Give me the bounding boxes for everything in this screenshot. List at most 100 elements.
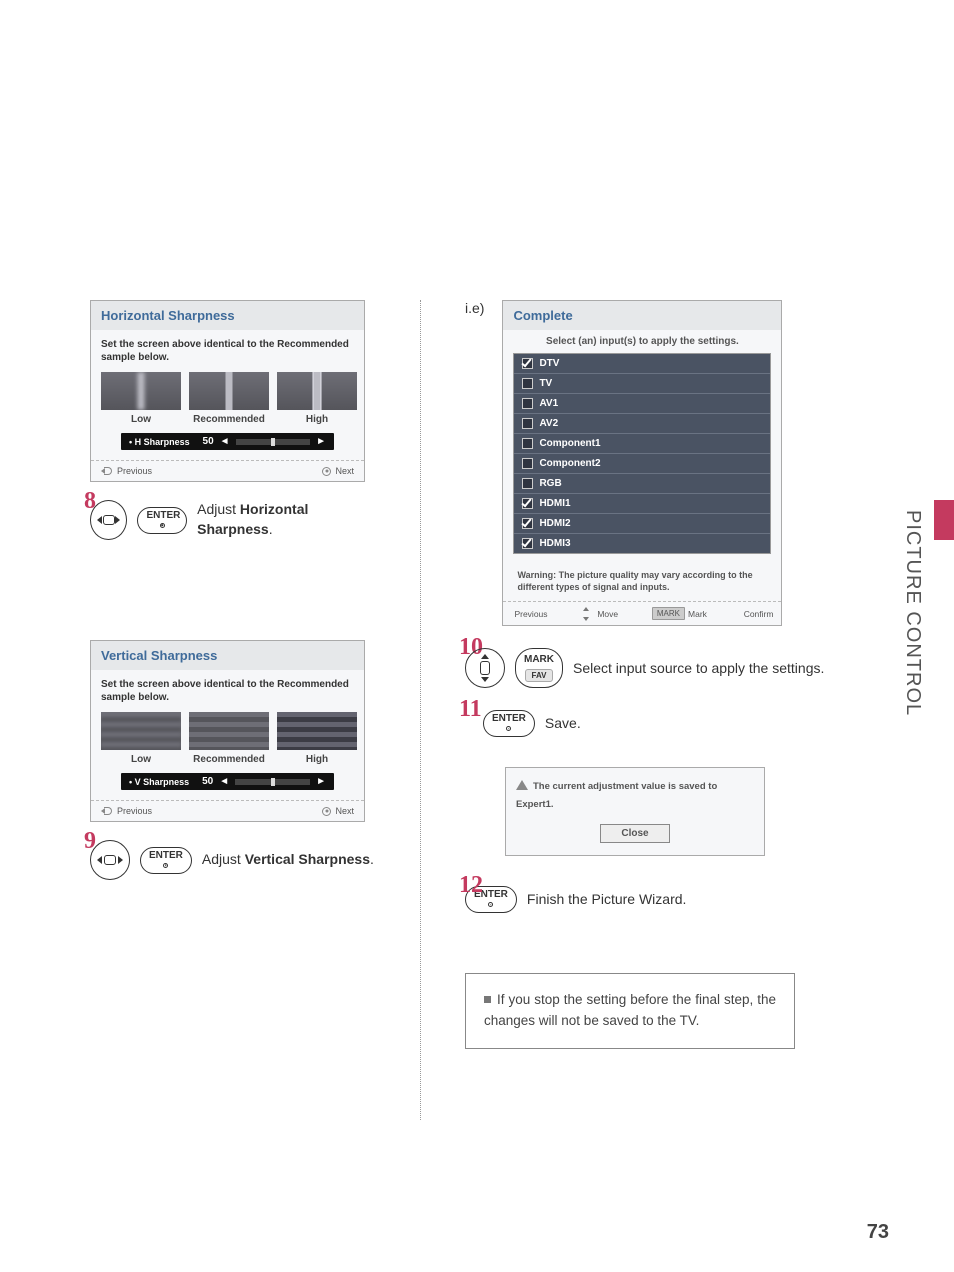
up-down-button[interactable]	[465, 648, 505, 688]
complete-panel: Complete Select (an) input(s) to apply t…	[502, 300, 782, 626]
step-text: Save.	[545, 714, 581, 734]
left-column: Horizontal Sharpness Set the screen abov…	[90, 300, 375, 880]
panel-desc: Set the screen above identical to the Re…	[101, 338, 354, 364]
right-column: i.e) Complete Select (an) input(s) to ap…	[465, 300, 855, 1049]
panel-title: Vertical Sharpness	[91, 641, 364, 670]
input-row-tv[interactable]: TV	[514, 374, 770, 394]
sample-high: High	[277, 372, 357, 425]
input-label: AV2	[539, 418, 558, 429]
mark-chip: MARK	[652, 607, 685, 620]
step-text: Select input source to apply the setting…	[573, 659, 855, 679]
enter-button[interactable]: ENTER	[140, 847, 192, 874]
confirm-button[interactable]: Confirm	[741, 609, 774, 619]
h-sharpness-slider[interactable]: • H Sharpness 50 ◄ ►	[121, 433, 334, 450]
slider-thumb[interactable]	[271, 438, 275, 446]
left-right-button[interactable]	[90, 500, 127, 540]
input-label: HDMI1	[539, 498, 570, 509]
input-row-hdmi1[interactable]: HDMI1	[514, 494, 770, 514]
note-text: If you stop the setting before the final…	[484, 992, 776, 1028]
enter-icon	[322, 807, 331, 816]
move-hint: Move	[581, 609, 618, 619]
sample-recommended: Recommended	[189, 712, 269, 765]
input-label: HDMI2	[539, 518, 570, 529]
arrow-left-icon[interactable]: ◄	[220, 436, 230, 447]
mark-hint: MARKMark	[652, 607, 707, 620]
panel-title: Complete	[503, 301, 781, 330]
input-row-component2[interactable]: Component2	[514, 454, 770, 474]
warning-text: Warning: The picture quality may vary ac…	[503, 562, 781, 601]
next-button[interactable]: Next	[322, 466, 354, 476]
previous-button[interactable]: Previous	[101, 466, 152, 476]
slider-thumb[interactable]	[271, 778, 275, 786]
note-box: If you stop the setting before the final…	[465, 973, 795, 1049]
input-row-component1[interactable]: Component1	[514, 434, 770, 454]
ie-label: i.e)	[465, 300, 484, 316]
input-row-dtv[interactable]: DTV	[514, 354, 770, 374]
left-right-button[interactable]	[90, 840, 130, 880]
previous-button[interactable]: Previous	[101, 806, 152, 816]
input-row-av1[interactable]: AV1	[514, 394, 770, 414]
slider-label: • V Sharpness	[129, 777, 189, 787]
checkbox-icon[interactable]	[522, 518, 533, 529]
arrow-right-icon[interactable]: ►	[316, 436, 326, 447]
step-number: 11	[459, 696, 482, 723]
input-label: Component2	[539, 458, 600, 469]
checkbox-icon[interactable]	[522, 418, 533, 429]
bullet-icon	[484, 996, 491, 1003]
sample-recommended: Recommended	[189, 372, 269, 425]
input-label: Component1	[539, 438, 600, 449]
panel-footer: Previous Move MARKMark Confirm	[503, 601, 781, 625]
arrow-right-icon[interactable]: ►	[316, 776, 326, 787]
enter-icon	[322, 467, 331, 476]
input-label: DTV	[539, 358, 559, 369]
save-message-row: The current adjustment value is saved to…	[516, 776, 754, 812]
slider-label: • H Sharpness	[129, 437, 190, 447]
warning-icon	[516, 780, 528, 790]
updown-icon	[581, 609, 591, 619]
input-row-av2[interactable]: AV2	[514, 414, 770, 434]
checkbox-icon[interactable]	[522, 538, 533, 549]
horizontal-sharpness-panel: Horizontal Sharpness Set the screen abov…	[90, 300, 365, 482]
enter-dot-icon	[160, 523, 165, 528]
checkbox-icon[interactable]	[522, 438, 533, 449]
checkbox-icon[interactable]	[522, 398, 533, 409]
enter-button[interactable]: ENTER	[137, 507, 187, 534]
slider-track[interactable]	[236, 439, 311, 445]
previous-button[interactable]: Previous	[511, 609, 547, 619]
checkbox-icon[interactable]	[522, 458, 533, 469]
step-11: 11 ENTER Save.	[465, 710, 855, 737]
section-label: PICTURE CONTROL	[901, 510, 924, 716]
save-message: The current adjustment value is saved to…	[516, 781, 717, 810]
arrow-left-icon[interactable]: ◄	[219, 776, 229, 787]
checkbox-icon[interactable]	[522, 358, 533, 369]
step-text: Adjust Vertical Sharpness.	[202, 850, 374, 870]
checkbox-icon[interactable]	[522, 478, 533, 489]
sample-high: High	[277, 712, 357, 765]
next-button[interactable]: Next	[322, 806, 354, 816]
panel-sub: Select (an) input(s) to apply the settin…	[503, 330, 781, 353]
slider-value: 50	[195, 776, 213, 787]
slider-track[interactable]	[235, 779, 310, 785]
enter-dot-icon	[488, 902, 493, 907]
enter-dot-icon	[163, 863, 168, 868]
checkbox-icon[interactable]	[522, 378, 533, 389]
v-sharpness-slider[interactable]: • V Sharpness 50 ◄ ►	[121, 773, 334, 790]
step-number: 12	[459, 872, 483, 899]
side-tab	[934, 500, 954, 540]
complete-example: i.e) Complete Select (an) input(s) to ap…	[465, 300, 855, 626]
mark-fav-button[interactable]: MARK FAV	[515, 648, 563, 688]
input-row-hdmi3[interactable]: HDMI3	[514, 534, 770, 553]
fav-chip: FAV	[525, 669, 554, 682]
input-label: HDMI3	[539, 538, 570, 549]
input-row-rgb[interactable]: RGB	[514, 474, 770, 494]
sample-low: Low	[101, 372, 181, 425]
panel-body: Set the screen above identical to the Re…	[91, 670, 364, 800]
enter-dot-icon	[506, 726, 511, 731]
checkbox-icon[interactable]	[522, 498, 533, 509]
enter-button[interactable]: ENTER	[483, 710, 535, 737]
step-text: Finish the Picture Wizard.	[527, 890, 687, 910]
panel-body: Set the screen above identical to the Re…	[91, 330, 364, 460]
input-row-hdmi2[interactable]: HDMI2	[514, 514, 770, 534]
panel-footer: Previous Next	[91, 460, 364, 481]
close-button[interactable]: Close	[600, 824, 670, 843]
